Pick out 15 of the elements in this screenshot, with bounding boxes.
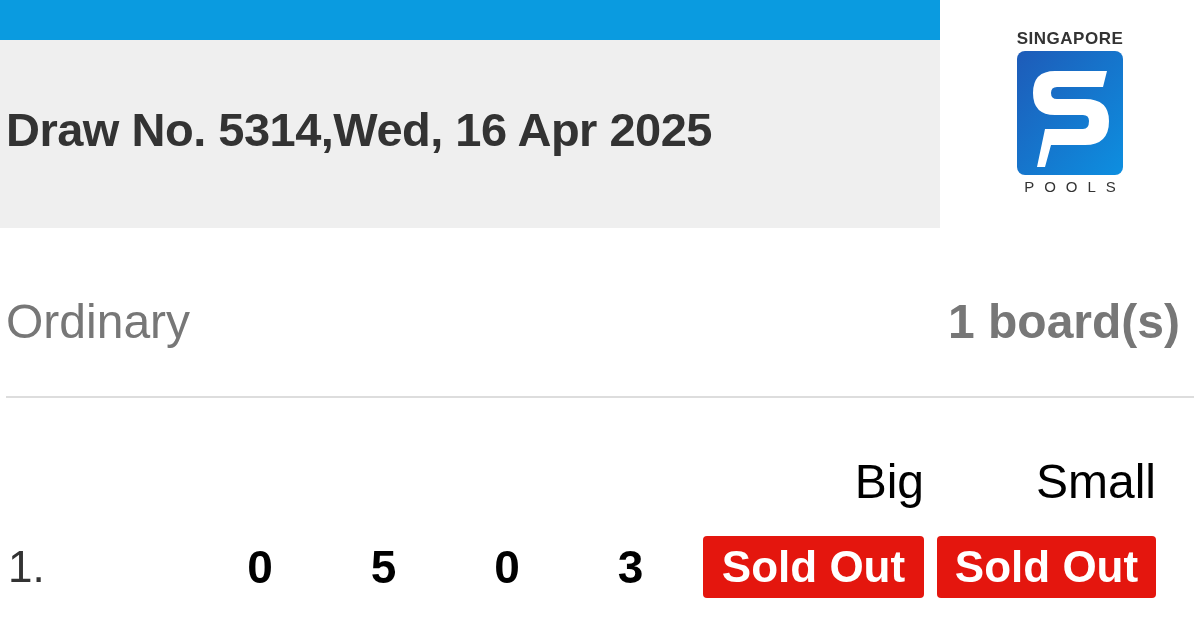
logo-icon — [1015, 49, 1125, 177]
board-count: 1 board(s) — [947, 294, 1180, 350]
status-badge: Sold Out — [937, 536, 1156, 598]
draw-digit: 5 — [370, 539, 397, 595]
draw-digit: 0 — [494, 539, 520, 595]
status-badge: Sold Out — [703, 536, 924, 598]
logo-text: SINGAPORE — [1016, 30, 1124, 47]
row-number: 1. — [8, 541, 45, 593]
bet-type: Ordinary — [6, 294, 191, 350]
column-header: Big — [854, 458, 924, 506]
column-header: Small — [1035, 458, 1156, 506]
draw-digit: 0 — [247, 539, 273, 595]
logo-text: POOLS — [1023, 179, 1126, 194]
draw-title: Draw No. 5314,Wed, 16 Apr 2025 — [6, 101, 712, 158]
draw-digit: 3 — [617, 539, 644, 595]
